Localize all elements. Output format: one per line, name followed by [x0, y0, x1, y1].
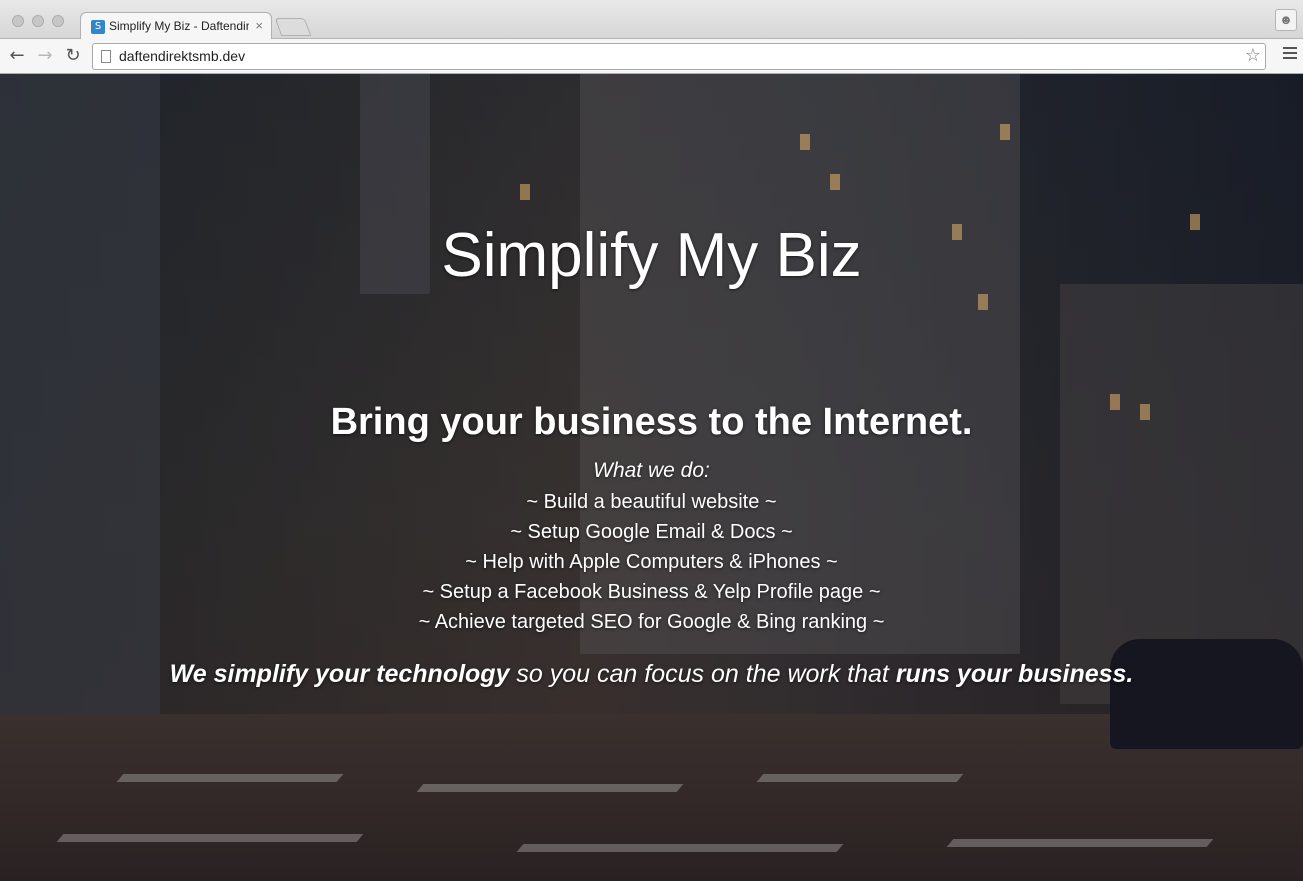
address-bar[interactable]: daftendirektsmb.dev ☆: [92, 43, 1266, 70]
motto-emphasis: runs your business.: [895, 660, 1134, 688]
profile-button[interactable]: ☻: [1275, 9, 1297, 31]
motto: We simplify your technology so you can f…: [0, 660, 1303, 689]
services-list: ~ Build a beautiful website ~ ~ Setup Go…: [0, 487, 1303, 637]
bookmark-star-icon[interactable]: ☆: [1245, 45, 1261, 66]
service-item: ~ Build a beautiful website ~: [526, 491, 777, 513]
service-item: ~ Setup Google Email & Docs ~: [510, 521, 793, 543]
browser-menu-button[interactable]: [1283, 47, 1297, 62]
reload-icon: ↻: [65, 45, 81, 66]
reload-button[interactable]: ↻: [62, 45, 84, 67]
person-icon: ☻: [1279, 12, 1293, 27]
motto-emphasis: We simplify your technology: [169, 660, 510, 688]
zoom-window-button[interactable]: [52, 15, 64, 27]
back-button[interactable]: ←: [6, 45, 28, 67]
motto-text: so you can focus on the work that: [509, 660, 896, 688]
what-we-do-heading: What we do:: [593, 459, 710, 482]
browser-tab-active[interactable]: S Simplify My Biz - Daftendirektsmb ×: [80, 12, 272, 40]
page-title: Simplify My Biz: [441, 221, 862, 290]
service-item: ~ Achieve targeted SEO for Google & Bing…: [418, 611, 885, 633]
background-car: [1110, 639, 1303, 749]
browser-toolbar: ← → ↻ daftendirektsmb.dev ☆: [0, 39, 1303, 74]
tab-close-icon[interactable]: ×: [255, 18, 263, 33]
forward-button[interactable]: →: [34, 45, 56, 67]
new-tab-button[interactable]: [274, 18, 312, 36]
page-icon: [101, 50, 111, 63]
minimize-window-button[interactable]: [32, 15, 44, 27]
tagline: Bring your business to the Internet.: [330, 401, 973, 443]
site-favicon-icon: S: [91, 20, 105, 34]
close-window-button[interactable]: [12, 15, 24, 27]
street: [0, 714, 1303, 881]
tab-title: Simplify My Biz - Daftendirektsmb: [109, 19, 249, 33]
browser-titlebar: S Simplify My Biz - Daftendirektsmb × ☻: [0, 0, 1303, 40]
hero-section: Simplify My Biz Bring your business to t…: [0, 74, 1303, 881]
url-text: daftendirektsmb.dev: [119, 48, 246, 64]
arrow-left-icon: ←: [9, 45, 25, 66]
service-item: ~ Setup a Facebook Business & Yelp Profi…: [422, 581, 881, 603]
service-item: ~ Help with Apple Computers & iPhones ~: [465, 551, 838, 573]
arrow-right-icon: →: [37, 45, 53, 66]
